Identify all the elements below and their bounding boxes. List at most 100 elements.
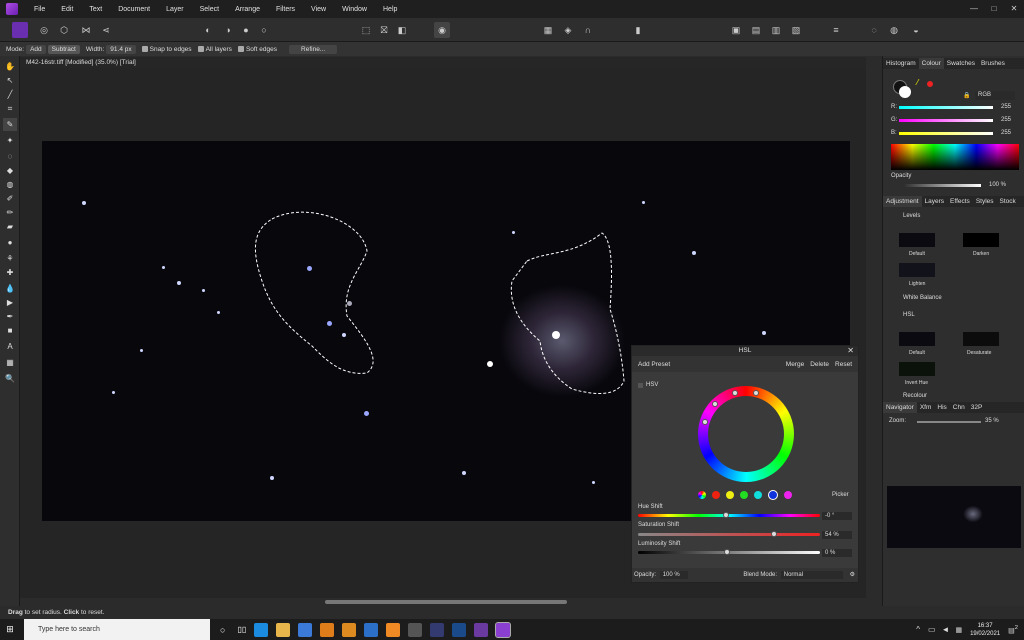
clock[interactable]: 16:37 19/02/2021 bbox=[970, 622, 1000, 638]
red-swatch-icon[interactable] bbox=[712, 491, 720, 499]
menu-arrange[interactable]: Arrange bbox=[227, 6, 268, 13]
app-icon[interactable] bbox=[408, 622, 423, 637]
tab-effects[interactable]: Effects bbox=[947, 196, 973, 207]
hsv-checkbox[interactable]: HSV bbox=[638, 382, 658, 388]
erase-brush-icon[interactable]: ▰ bbox=[3, 220, 17, 233]
r-slider[interactable] bbox=[899, 106, 993, 109]
invert-selection-icon[interactable]: ◧ bbox=[394, 22, 410, 38]
network-icon[interactable]: ▭ bbox=[928, 625, 936, 634]
view-tool-icon[interactable]: ✋ bbox=[3, 60, 17, 73]
r-value[interactable]: 255 bbox=[1001, 104, 1011, 110]
colour-spectrum[interactable] bbox=[891, 144, 1019, 170]
colour-opacity-slider[interactable] bbox=[905, 184, 981, 187]
colour-mode-select[interactable]: RGB bbox=[975, 91, 1015, 100]
merge-button[interactable]: Merge bbox=[786, 361, 804, 368]
preset-thumbnail[interactable] bbox=[899, 362, 935, 376]
fill-tool-icon[interactable]: ◆ bbox=[3, 164, 17, 177]
develop-persona-icon[interactable]: ⬡ bbox=[56, 22, 72, 38]
tab-colour[interactable]: Colour bbox=[918, 58, 944, 69]
tab-layers[interactable]: Layers bbox=[922, 196, 948, 207]
app-icon[interactable] bbox=[386, 622, 401, 637]
yellow-swatch-icon[interactable] bbox=[726, 491, 734, 499]
chevron-up-icon[interactable]: ^ bbox=[916, 625, 920, 634]
menu-file[interactable]: File bbox=[26, 6, 53, 13]
hue-range-handle[interactable] bbox=[712, 401, 718, 407]
g-slider[interactable] bbox=[899, 119, 993, 122]
tab-channels[interactable]: Chn bbox=[950, 402, 968, 413]
hue-range-handle[interactable] bbox=[753, 390, 759, 396]
notification-icon[interactable]: ▤2 bbox=[1008, 625, 1018, 634]
menu-help[interactable]: Help bbox=[375, 6, 405, 13]
auto-colours-icon[interactable]: ● bbox=[238, 22, 254, 38]
delete-button[interactable]: Delete bbox=[810, 361, 829, 368]
arrange-top-icon[interactable]: ▧ bbox=[788, 22, 804, 38]
zoom-value[interactable]: 35 % bbox=[985, 418, 999, 424]
paint-brush-icon[interactable]: ✐ bbox=[3, 192, 17, 205]
minimize-button[interactable]: — bbox=[964, 0, 984, 18]
blend-mode-select[interactable]: Normal bbox=[780, 571, 844, 579]
comments-icon[interactable]: ◍ bbox=[886, 22, 902, 38]
help-bubble-icon[interactable]: ◒ bbox=[908, 22, 924, 38]
gradient-tool-icon[interactable]: ◍ bbox=[3, 178, 17, 191]
colour-opacity-value[interactable]: 100 % bbox=[989, 182, 1006, 188]
hue-range-handle[interactable] bbox=[702, 419, 708, 425]
width-input[interactable]: 91.4 px bbox=[106, 44, 136, 54]
master-swatch-icon[interactable] bbox=[698, 491, 706, 499]
hue-shift-value[interactable]: -0 ° bbox=[822, 512, 852, 520]
tab-styles[interactable]: Styles bbox=[973, 196, 997, 207]
preset-thumbnail[interactable] bbox=[899, 332, 935, 346]
app-icon[interactable] bbox=[430, 622, 445, 637]
navigator-preview[interactable] bbox=[887, 486, 1021, 548]
mode-subtract-button[interactable]: Subtract bbox=[47, 44, 80, 54]
store-icon[interactable] bbox=[298, 622, 313, 637]
zoom-slider[interactable] bbox=[917, 421, 981, 423]
selection-brush-icon[interactable]: ✎ bbox=[3, 118, 17, 131]
all-layers-checkbox[interactable]: All layers bbox=[197, 46, 232, 53]
app-icon[interactable] bbox=[320, 622, 335, 637]
picker-button[interactable]: Picker bbox=[832, 492, 849, 498]
arrange-forward-icon[interactable]: ▤ bbox=[748, 22, 764, 38]
colour-picker-icon[interactable]: ╱ bbox=[3, 88, 17, 101]
luminosity-shift-handle[interactable] bbox=[724, 549, 730, 555]
levels-item[interactable]: Levels bbox=[903, 213, 920, 219]
grid-icon[interactable]: ▦ bbox=[540, 22, 556, 38]
liquify-persona-icon[interactable]: ◎ bbox=[36, 22, 52, 38]
text-tool-icon[interactable]: A bbox=[3, 340, 17, 353]
assistant-icon[interactable]: ▮ bbox=[630, 22, 646, 38]
saturation-shift-slider[interactable] bbox=[638, 533, 820, 536]
deselect-icon[interactable]: ⛝ bbox=[376, 22, 392, 38]
marquee-tool-icon[interactable]: ◌ bbox=[3, 150, 17, 163]
shape-tool-icon[interactable]: ■ bbox=[3, 324, 17, 337]
saturation-shift-value[interactable]: 54 % bbox=[822, 531, 852, 539]
menu-view[interactable]: View bbox=[303, 6, 334, 13]
hue-shift-handle[interactable] bbox=[723, 512, 729, 518]
menu-window[interactable]: Window bbox=[334, 6, 375, 13]
preset-thumbnail[interactable] bbox=[963, 233, 999, 247]
task-view-icon[interactable]: ▯▯ bbox=[237, 625, 246, 634]
keyboard-icon[interactable]: ▦ bbox=[955, 626, 962, 634]
menu-edit[interactable]: Edit bbox=[53, 6, 81, 13]
arrange-back-icon[interactable]: ▣ bbox=[728, 22, 744, 38]
tab-stock[interactable]: Stock bbox=[997, 196, 1019, 207]
photoshop-icon[interactable] bbox=[452, 622, 467, 637]
tab-32p[interactable]: 32P bbox=[968, 402, 986, 413]
lock-icon[interactable]: 🔒 bbox=[963, 92, 970, 99]
blue-swatch-icon[interactable] bbox=[768, 490, 778, 500]
cortana-icon[interactable]: ○ bbox=[220, 625, 225, 635]
eyedropper-icon[interactable]: ⁄ bbox=[917, 78, 918, 87]
marquee-select-icon[interactable]: ⬚ bbox=[358, 22, 374, 38]
move-tool-icon[interactable]: ↖ bbox=[3, 74, 17, 87]
menu-filters[interactable]: Filters bbox=[268, 6, 303, 13]
arrange-front-icon[interactable]: ▥ bbox=[768, 22, 784, 38]
windows-start-icon[interactable]: ⊞ bbox=[0, 619, 20, 640]
tab-adjustment[interactable]: Adjustment bbox=[883, 196, 922, 207]
personas-icon[interactable]: ◌ bbox=[866, 22, 882, 38]
mesh-warp-icon[interactable]: ▦ bbox=[3, 356, 17, 369]
soft-edges-checkbox[interactable]: Soft edges bbox=[237, 46, 277, 53]
cyan-swatch-icon[interactable] bbox=[754, 491, 762, 499]
horizontal-scrollbar[interactable] bbox=[325, 600, 567, 604]
tone-map-persona-icon[interactable]: ⋈ bbox=[78, 22, 94, 38]
healing-tool-icon[interactable]: ✚ bbox=[3, 266, 17, 279]
sharpen-tool-icon[interactable]: ▶ bbox=[3, 296, 17, 309]
opacity-input[interactable]: 100 % bbox=[659, 571, 688, 579]
